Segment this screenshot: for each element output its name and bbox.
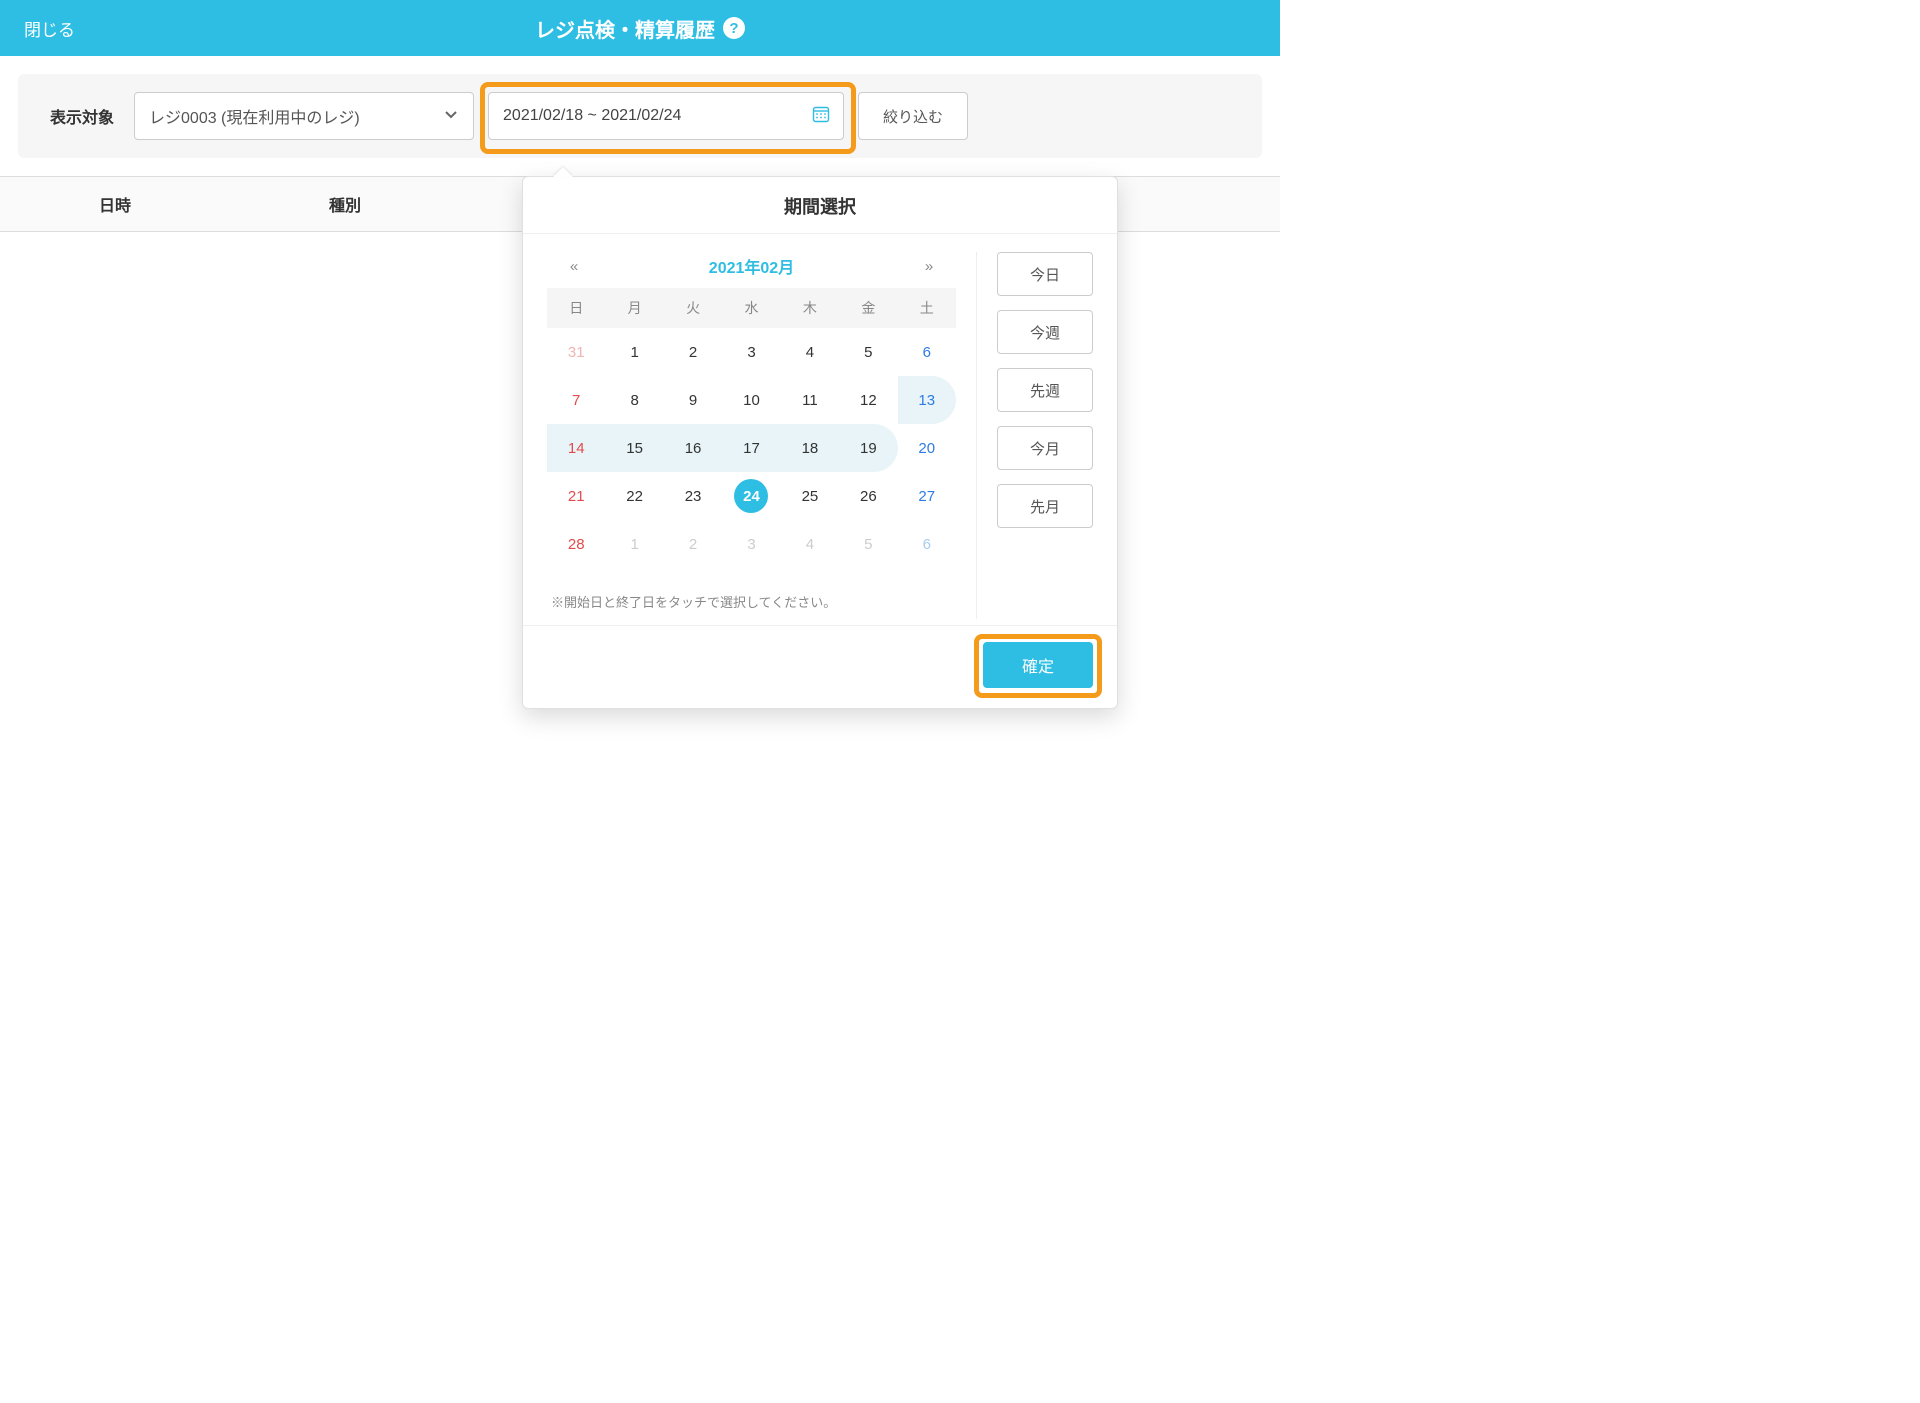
calendar-day[interactable]: 12 xyxy=(839,376,897,424)
quick-range-button[interactable]: 今週 xyxy=(997,310,1093,354)
calendar-day[interactable]: 9 xyxy=(664,376,722,424)
calendar-day[interactable]: 4 xyxy=(781,328,839,376)
calendar-day[interactable]: 3 xyxy=(722,520,780,568)
calendar-day[interactable]: 23 xyxy=(664,472,722,520)
column-type: 種別 xyxy=(230,192,460,216)
calendar-day[interactable]: 6 xyxy=(898,520,956,568)
calendar-day[interactable]: 17 xyxy=(722,424,780,472)
calendar-day[interactable]: 2 xyxy=(664,328,722,376)
page-title-text: レジ点検・精算履歴 xyxy=(535,14,715,43)
calendar-dow-cell: 金 xyxy=(839,288,897,328)
date-picker-popover: 期間選択 « 2021年02月 » 日月火水木金土 31123456789101… xyxy=(522,176,1118,709)
apply-filter-button[interactable]: 絞り込む xyxy=(858,92,968,140)
prev-month-button[interactable]: « xyxy=(561,258,587,275)
filter-target-label: 表示対象 xyxy=(36,104,120,128)
calendar-day[interactable]: 26 xyxy=(839,472,897,520)
calendar-dow-cell: 日 xyxy=(547,288,605,328)
calendar-day[interactable]: 16 xyxy=(664,424,722,472)
page-title: レジ点検・精算履歴 ? xyxy=(535,14,745,43)
calendar-day[interactable]: 4 xyxy=(781,520,839,568)
date-range-input[interactable]: 2021/02/18 ~ 2021/02/24 xyxy=(488,92,844,140)
confirm-button[interactable]: 確定 xyxy=(983,642,1093,688)
calendar-month-label[interactable]: 2021年02月 xyxy=(709,254,794,278)
calendar-day[interactable]: 1 xyxy=(605,520,663,568)
register-select[interactable]: レジ0003 (現在利用中のレジ) xyxy=(134,92,474,140)
calendar-day[interactable]: 3 xyxy=(722,328,780,376)
quick-range-button[interactable]: 今月 xyxy=(997,426,1093,470)
quick-range-button[interactable]: 先週 xyxy=(997,368,1093,412)
calendar-day[interactable]: 24 xyxy=(722,472,780,520)
next-month-button[interactable]: » xyxy=(916,258,942,275)
calendar-day[interactable]: 25 xyxy=(781,472,839,520)
calendar-day[interactable]: 13 xyxy=(898,376,956,424)
calendar-dow-row: 日月火水木金土 xyxy=(547,288,956,328)
calendar-dow-cell: 木 xyxy=(781,288,839,328)
calendar-day[interactable]: 21 xyxy=(547,472,605,520)
calendar-day[interactable]: 7 xyxy=(547,376,605,424)
calendar-day[interactable]: 27 xyxy=(898,472,956,520)
calendar-day[interactable]: 5 xyxy=(839,520,897,568)
quick-range-button[interactable]: 先月 xyxy=(997,484,1093,528)
calendar-day[interactable]: 1 xyxy=(605,328,663,376)
calendar-grid: 3112345678910111213141516171819202122232… xyxy=(547,328,956,568)
column-datetime: 日時 xyxy=(0,192,230,216)
calendar-day[interactable]: 22 xyxy=(605,472,663,520)
calendar-day[interactable]: 15 xyxy=(605,424,663,472)
calendar-day[interactable]: 31 xyxy=(547,328,605,376)
calendar-day[interactable]: 28 xyxy=(547,520,605,568)
calendar-day[interactable]: 14 xyxy=(547,424,605,472)
calendar-day[interactable]: 19 xyxy=(839,424,897,472)
date-range-value: 2021/02/18 ~ 2021/02/24 xyxy=(503,107,681,125)
calendar-day[interactable]: 6 xyxy=(898,328,956,376)
calendar-day[interactable]: 11 xyxy=(781,376,839,424)
calendar-note: ※開始日と終了日をタッチで選択してください。 xyxy=(547,568,956,619)
filter-bar: 表示対象 レジ0003 (現在利用中のレジ) 2021/02/18 ~ 2021… xyxy=(18,74,1262,158)
calendar-day[interactable]: 2 xyxy=(664,520,722,568)
picker-title: 期間選択 xyxy=(523,177,1117,234)
help-icon[interactable]: ? xyxy=(723,17,745,39)
calendar-day[interactable]: 10 xyxy=(722,376,780,424)
calendar-day[interactable]: 8 xyxy=(605,376,663,424)
calendar: « 2021年02月 » 日月火水木金土 3112345678910111213… xyxy=(547,252,977,619)
calendar-dow-cell: 水 xyxy=(722,288,780,328)
quick-range-column: 今日今週先週今月先月 xyxy=(977,252,1093,619)
calendar-dow-cell: 火 xyxy=(664,288,722,328)
calendar-icon xyxy=(811,104,831,129)
calendar-day[interactable]: 20 xyxy=(898,424,956,472)
calendar-day[interactable]: 18 xyxy=(781,424,839,472)
calendar-day[interactable]: 5 xyxy=(839,328,897,376)
register-select-value: レジ0003 (現在利用中のレジ) xyxy=(149,104,360,128)
quick-range-button[interactable]: 今日 xyxy=(997,252,1093,296)
app-header: 閉じる レジ点検・精算履歴 ? xyxy=(0,0,1280,56)
chevron-down-icon xyxy=(443,106,459,127)
close-button[interactable]: 閉じる xyxy=(24,16,75,41)
calendar-dow-cell: 月 xyxy=(605,288,663,328)
calendar-dow-cell: 土 xyxy=(898,288,956,328)
